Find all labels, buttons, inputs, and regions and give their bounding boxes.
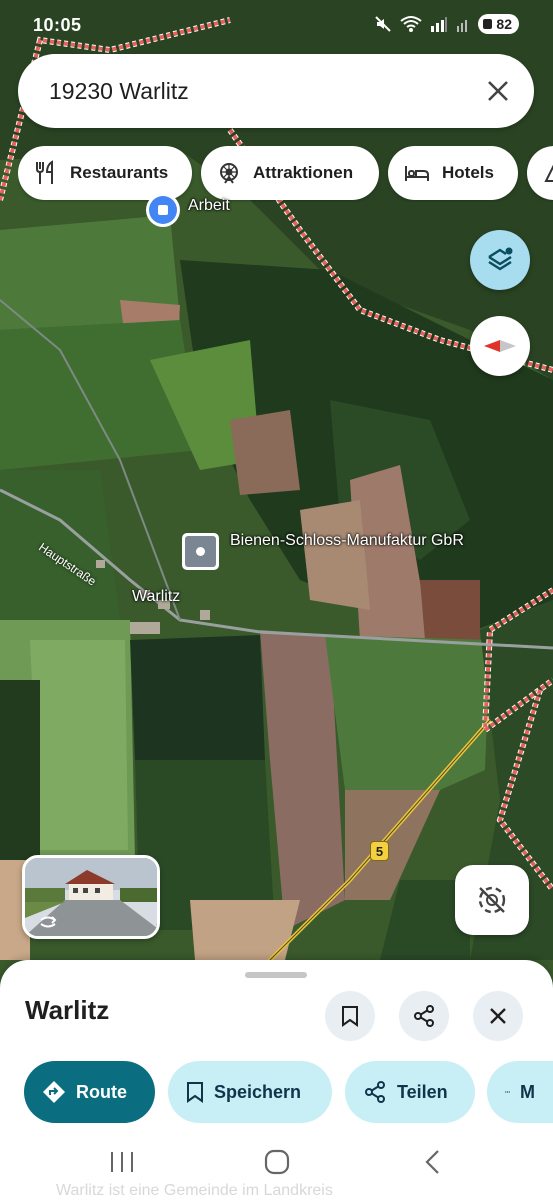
- chip-label: Restaurants: [70, 163, 169, 182]
- layers-button[interactable]: [470, 230, 530, 290]
- share-icon: [365, 1081, 385, 1103]
- poi-icon: [185, 536, 216, 567]
- signal-icon: [431, 17, 448, 32]
- place-label: Warlitz: [132, 588, 181, 605]
- bookmark-icon: [342, 1006, 358, 1027]
- more-category-icon: [544, 164, 553, 182]
- share-action-button[interactable]: Teilen: [345, 1061, 475, 1123]
- search-bar[interactable]: 19230 Warlitz: [18, 54, 534, 128]
- home-icon[interactable]: [263, 1148, 291, 1176]
- search-input[interactable]: 19230 Warlitz: [49, 78, 189, 105]
- status-icons: 82: [374, 14, 519, 34]
- bookmark-button[interactable]: [325, 991, 375, 1041]
- directions-icon: [43, 1081, 65, 1103]
- attraction-icon: [220, 163, 238, 184]
- chip-label: Hotels: [442, 163, 494, 182]
- chip-hotels[interactable]: Hotels: [388, 146, 518, 200]
- recent-apps-icon[interactable]: [109, 1150, 135, 1174]
- briefcase-icon: [149, 196, 177, 224]
- chip-more[interactable]: [527, 146, 553, 200]
- drag-handle[interactable]: [245, 972, 307, 978]
- share-label: Teilen: [397, 1081, 448, 1102]
- more-button[interactable]: M: [487, 1061, 553, 1123]
- system-nav-bar: [0, 1140, 553, 1190]
- signal-icon-2: [457, 20, 468, 32]
- restaurant-icon: [36, 160, 53, 184]
- work-pin[interactable]: [146, 193, 180, 227]
- location-off-icon: [478, 886, 506, 914]
- compass-icon: [484, 340, 516, 352]
- chip-label: Attraktionen: [253, 163, 354, 182]
- hotel-icon: [405, 166, 429, 181]
- route-shield: 5: [370, 841, 389, 861]
- poi-pin[interactable]: [182, 533, 219, 570]
- status-bar: 10:05 82: [0, 0, 553, 52]
- poi-label[interactable]: Bienen-Schloss-Manufaktur GbR: [230, 530, 470, 552]
- category-chips: Restaurants Attraktionen Hotels: [18, 146, 553, 202]
- back-icon[interactable]: [422, 1149, 442, 1175]
- chip-restaurants[interactable]: Restaurants: [18, 146, 192, 200]
- work-label: Arbeit: [188, 197, 230, 214]
- status-time: 10:05: [33, 15, 82, 35]
- chip-attractions[interactable]: Attraktionen: [201, 146, 379, 200]
- close-sheet-button[interactable]: [473, 991, 523, 1041]
- share-icon: [414, 1005, 434, 1027]
- save-label: Speichern: [214, 1081, 302, 1102]
- street-view-thumbnail[interactable]: [22, 855, 160, 939]
- battery-indicator: 82: [478, 14, 519, 34]
- save-button[interactable]: Speichern: [168, 1061, 332, 1123]
- wifi-icon: [400, 16, 423, 32]
- route-label: Route: [76, 1081, 127, 1102]
- more-label: M: [520, 1081, 535, 1102]
- close-icon: [490, 1008, 506, 1024]
- share-button[interactable]: [399, 991, 449, 1041]
- route-button[interactable]: Route: [24, 1061, 155, 1123]
- rotate-360-icon: [40, 916, 57, 928]
- bookmark-icon: [187, 1082, 203, 1103]
- layers-icon: [488, 247, 513, 271]
- more-icon: [505, 1091, 510, 1093]
- my-location-button[interactable]: [455, 865, 529, 935]
- close-icon[interactable]: [482, 75, 514, 107]
- compass-button[interactable]: [470, 316, 530, 376]
- place-title: Warlitz: [25, 995, 110, 1025]
- mute-icon: [375, 16, 392, 32]
